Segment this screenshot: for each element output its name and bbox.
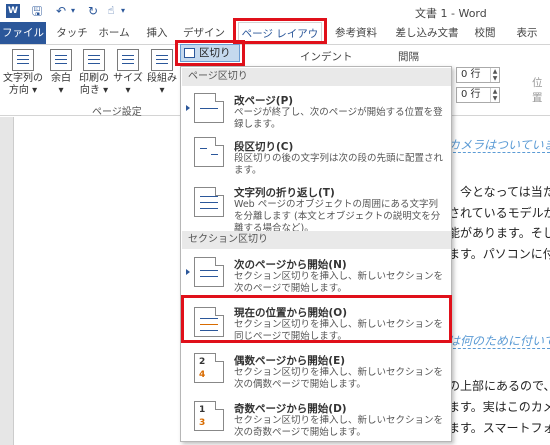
menu-item-title: 奇数ページから開始(D) bbox=[234, 403, 347, 415]
highlight-breaks-button bbox=[175, 40, 245, 66]
size-label-1: サイズ bbox=[113, 73, 143, 84]
menu-item-description: ページが終了し、次のページが開始する位置を登録します。 bbox=[234, 107, 443, 130]
document-line[interactable]: ます。パソコンに付 bbox=[448, 245, 550, 262]
page-setup-group-label: ページ設定 bbox=[92, 107, 142, 118]
document-line[interactable]: ます。実はこのカメ bbox=[448, 398, 550, 415]
columns-label-2: ▾ bbox=[159, 85, 165, 96]
tab-mailings[interactable]: 差し込み文書 bbox=[392, 22, 462, 44]
spinner-arrows-icon[interactable]: ▲ ▼ bbox=[490, 68, 499, 82]
document-heading[interactable]: カメラはついていま bbox=[448, 136, 550, 153]
spacing-label: 間隔 bbox=[398, 51, 419, 63]
menu-item-title: 文字列の折り返し(T) bbox=[234, 187, 335, 199]
menu-item-text-wrapping[interactable]: 文字列の折り返し(T) Web ページのオブジェクトの周囲にある文字列を分離しま… bbox=[182, 179, 451, 234]
heading-rule bbox=[448, 152, 550, 153]
orientation-button[interactable]: 印刷の 向き ▾ bbox=[78, 49, 110, 97]
size-icon bbox=[117, 49, 139, 71]
highlight-page-layout-tab bbox=[233, 18, 327, 44]
menu-item-column-break[interactable]: 段区切り(C) 段区切りの後の文字列は次の段の先頭に配置されます。 bbox=[182, 131, 451, 177]
menu-item-description: 段区切りの後の文字列は次の段の先頭に配置されます。 bbox=[234, 153, 444, 176]
menu-item-next-page[interactable]: 次のページから開始(N) セクション区切りを挿入し、新しいセクションを次のページ… bbox=[182, 251, 451, 299]
menu-item-description: セクション区切りを挿入し、新しいセクションを次のページで開始します。 bbox=[234, 271, 444, 294]
margins-icon bbox=[50, 49, 72, 71]
page-breaks-header: ページ区切り bbox=[182, 68, 451, 86]
even-page-icon: 2 4 bbox=[194, 353, 224, 383]
highlight-continuous-item bbox=[181, 295, 452, 343]
document-line[interactable]: されているモデルが bbox=[448, 204, 550, 221]
arrow-marker-icon bbox=[186, 105, 190, 111]
menu-item-description: Web ページのオブジェクトの周囲にある文字列を分離します (本文とオブジェクト… bbox=[234, 199, 441, 234]
document-line[interactable]: ます。スマートフォン bbox=[448, 419, 550, 436]
document-line[interactable]: 能があります。そし bbox=[448, 224, 550, 241]
size-label-2: ▾ bbox=[125, 85, 131, 96]
next-page-icon bbox=[194, 257, 224, 287]
margins-label-1: 余白 bbox=[51, 73, 71, 84]
indent-label: インデント bbox=[300, 51, 353, 63]
save-icon[interactable]: 🖫 bbox=[30, 3, 44, 19]
tab-home[interactable]: ホーム bbox=[96, 22, 132, 44]
spacing-before-value: 0 行 bbox=[461, 69, 481, 80]
spacing-after-value: 0 行 bbox=[461, 89, 481, 100]
tab-file[interactable]: ファイル bbox=[0, 22, 46, 44]
text-wrapping-icon bbox=[194, 187, 224, 217]
tab-view[interactable]: 表示 bbox=[510, 22, 544, 44]
section-breaks-header: セクション区切り bbox=[182, 231, 451, 249]
spinner-arrows-icon[interactable]: ▲ ▼ bbox=[490, 88, 499, 102]
spacing-before-spinner[interactable]: 0 行 ▲ ▼ bbox=[456, 67, 500, 83]
undo-icon[interactable]: ↶ bbox=[54, 3, 68, 19]
window-title: 文書 1 - Word bbox=[415, 7, 487, 20]
menu-item-description: セクション区切りを挿入し、新しいセクションを次の偶数ページで開始します。 bbox=[234, 367, 444, 390]
menu-item-description: セクション区切りを挿入し、新しいセクションを次の奇数ページで開始します。 bbox=[234, 415, 444, 438]
document-line[interactable]: 、今となっては当た bbox=[448, 183, 550, 200]
menu-item-page-break[interactable]: 改ページ(P) ページが終了し、次のページが開始する位置を登録します。 bbox=[182, 87, 451, 131]
vertical-ruler bbox=[0, 117, 14, 445]
heading-rule bbox=[448, 348, 550, 349]
menu-item-title: 段区切り(C) bbox=[234, 141, 294, 153]
size-button[interactable]: サイズ ▾ bbox=[112, 49, 144, 97]
menu-item-even-page[interactable]: 2 4 偶数ページから開始(E) セクション区切りを挿入し、新しいセクションを次… bbox=[182, 347, 451, 395]
margins-label-2: ▾ bbox=[58, 85, 64, 96]
spacing-after-spinner[interactable]: 0 行 ▲ ▼ bbox=[456, 87, 500, 103]
redo-icon[interactable]: ↻ bbox=[86, 3, 100, 19]
tab-insert[interactable]: 挿入 bbox=[142, 22, 172, 44]
menu-item-title: 改ページ(P) bbox=[234, 95, 294, 107]
orientation-label-2: 向き ▾ bbox=[79, 85, 109, 96]
text-direction-label-1: 文字列の bbox=[3, 73, 43, 84]
tab-review[interactable]: 校閲 bbox=[470, 22, 500, 44]
columns-icon bbox=[151, 49, 173, 71]
menu-item-odd-page[interactable]: 1 3 奇数ページから開始(D) セクション区切りを挿入し、新しいセクションを次… bbox=[182, 395, 451, 441]
menu-item-title: 偶数ページから開始(E) bbox=[234, 355, 346, 367]
breaks-dropdown-menu: ページ区切り 改ページ(P) ページが終了し、次のページが開始する位置を登録しま… bbox=[180, 66, 452, 442]
text-direction-label-2: 方向 ▾ bbox=[8, 85, 38, 96]
document-line[interactable]: の上部にあるので、ハ bbox=[448, 377, 550, 394]
word-logo-icon[interactable]: W bbox=[6, 4, 20, 18]
text-direction-icon bbox=[12, 49, 34, 71]
document-heading[interactable]: は何のために付いて bbox=[448, 332, 550, 349]
orientation-label-1: 印刷の bbox=[79, 73, 109, 84]
page-break-icon bbox=[194, 93, 224, 123]
position-label[interactable]: 位置 bbox=[532, 75, 550, 105]
text-direction-button[interactable]: 文字列の 方向 ▾ bbox=[2, 49, 44, 97]
orientation-icon bbox=[83, 49, 105, 71]
tab-references[interactable]: 参考資料 bbox=[332, 22, 380, 44]
columns-button[interactable]: 段組み ▾ bbox=[146, 49, 178, 97]
undo-dropdown-icon[interactable]: ▾ bbox=[68, 3, 78, 19]
customize-qat-icon[interactable]: ▾ bbox=[118, 3, 128, 19]
columns-label-1: 段組み bbox=[147, 73, 177, 84]
tab-touch[interactable]: タッチ bbox=[56, 22, 88, 44]
odd-page-icon: 1 3 bbox=[194, 401, 224, 431]
column-break-icon bbox=[194, 137, 224, 167]
menu-item-title: 次のページから開始(N) bbox=[234, 259, 347, 271]
arrow-marker-icon bbox=[186, 269, 190, 275]
touch-mode-icon[interactable]: ☝ bbox=[104, 3, 118, 19]
margins-button[interactable]: 余白 ▾ bbox=[46, 49, 76, 97]
